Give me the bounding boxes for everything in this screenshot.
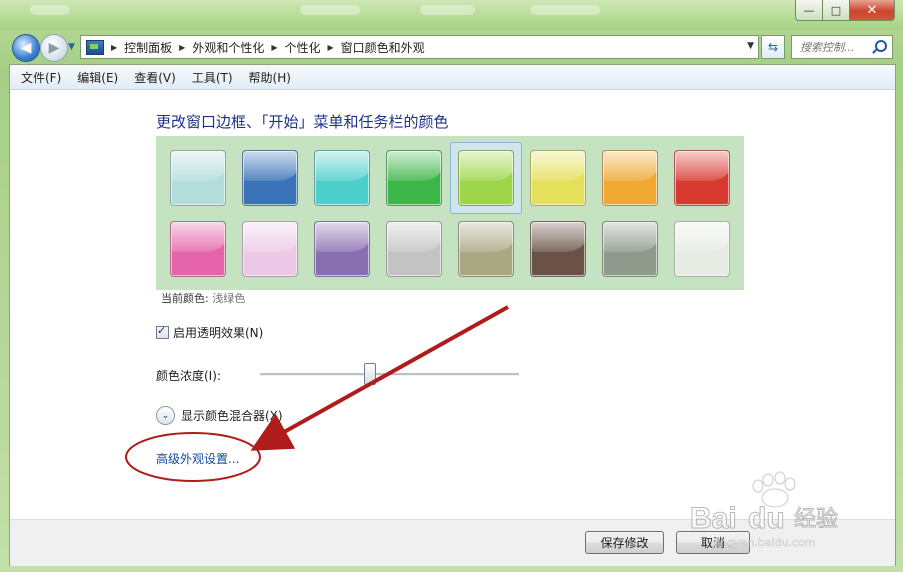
menu-view[interactable]: 查看(V) <box>129 69 181 86</box>
back-arrow-icon: ◀ <box>20 40 32 56</box>
explorer-window: — □ ✕ ◀ ▶ ▼ ▶ 控制面板 ▶ 外观和个性化 ▶ 个性化 ▶ 窗口颜色… <box>0 0 903 572</box>
blurred-backdrop <box>530 5 600 15</box>
menu-bar: 文件(F) 编辑(E) 查看(V) 工具(T) 帮助(H) <box>10 65 895 90</box>
color-mixer-toggle[interactable]: ⌄ 显示颜色混合器(X) <box>156 406 283 425</box>
transparency-toggle[interactable]: 启用透明效果(N) <box>156 324 263 341</box>
caption-buttons: — □ ✕ <box>795 0 895 21</box>
title-bar: — □ ✕ <box>0 0 903 30</box>
current-color-label: 当前颜色: <box>161 292 209 305</box>
color-swatch[interactable] <box>458 221 514 277</box>
blurred-backdrop <box>420 5 475 15</box>
color-swatch[interactable] <box>458 150 514 206</box>
search-box[interactable] <box>791 35 893 59</box>
menu-tools[interactable]: 工具(T) <box>187 69 238 86</box>
minimize-icon: — <box>803 3 815 17</box>
page-title: 更改窗口边框、「开始」菜单和任务栏的颜色 <box>156 113 449 131</box>
main-panel: 更改窗口边框、「开始」菜单和任务栏的颜色 当前颜色: 浅绿色 ✓ 启用透明效果(… <box>10 90 895 519</box>
color-swatch[interactable] <box>674 150 730 206</box>
breadcrumb-separator-icon[interactable]: ▶ <box>111 43 117 52</box>
blurred-backdrop <box>30 5 70 15</box>
color-swatch[interactable] <box>386 221 442 277</box>
color-swatch[interactable] <box>674 221 730 277</box>
color-mixer-label[interactable]: 显示颜色混合器(X) <box>181 407 283 424</box>
refresh-button[interactable]: ⇆ <box>761 35 785 59</box>
search-input[interactable] <box>798 39 876 55</box>
minimize-button[interactable]: — <box>795 0 822 21</box>
blurred-backdrop <box>300 5 360 15</box>
baidu-watermark: Bai du 经验 jingyan.baidu.com <box>690 471 839 549</box>
menu-help[interactable]: 帮助(H) <box>244 69 296 86</box>
color-swatch[interactable] <box>314 221 370 277</box>
color-swatch[interactable] <box>602 221 658 277</box>
maximize-button[interactable]: □ <box>822 0 849 21</box>
refresh-icon: ⇆ <box>767 40 779 54</box>
back-button[interactable]: ◀ <box>12 34 40 62</box>
breadcrumb-separator-icon[interactable]: ▶ <box>328 43 334 52</box>
chevron-down-icon[interactable]: ⌄ <box>156 406 175 425</box>
color-swatch[interactable] <box>602 150 658 206</box>
advanced-appearance-link[interactable]: 高级外观设置... <box>156 450 239 467</box>
address-dropdown-icon[interactable]: ▼ <box>747 41 754 51</box>
menu-file[interactable]: 文件(F) <box>16 69 66 86</box>
color-swatch-grid <box>156 136 744 290</box>
save-button[interactable]: 保存修改 <box>585 531 664 554</box>
navigation-bar: ◀ ▶ ▼ ▶ 控制面板 ▶ 外观和个性化 ▶ 个性化 ▶ 窗口颜色和外观 ▼ … <box>0 30 903 64</box>
intensity-slider[interactable] <box>260 373 519 376</box>
color-swatch[interactable] <box>530 221 586 277</box>
breadcrumb-appearance[interactable]: 外观和个性化 <box>192 39 264 56</box>
address-bar[interactable]: ▶ 控制面板 ▶ 外观和个性化 ▶ 个性化 ▶ 窗口颜色和外观 ▼ <box>80 35 759 59</box>
menu-edit[interactable]: 编辑(E) <box>72 69 123 86</box>
color-swatch[interactable] <box>314 150 370 206</box>
current-color-value: 浅绿色 <box>212 292 246 305</box>
color-swatch[interactable] <box>530 150 586 206</box>
color-swatch[interactable] <box>386 150 442 206</box>
current-color: 当前颜色: 浅绿色 <box>161 290 245 306</box>
recent-pages-dropdown[interactable]: ▼ <box>68 42 78 52</box>
breadcrumb-window-color[interactable]: 窗口颜色和外观 <box>341 39 425 56</box>
color-swatch[interactable] <box>170 150 226 206</box>
transparency-checkbox[interactable] <box>156 324 169 339</box>
breadcrumb-separator-icon[interactable]: ▶ <box>179 43 185 52</box>
intensity-label: 颜色浓度(I): <box>156 369 221 383</box>
control-panel-icon <box>86 39 104 55</box>
breadcrumb-control-panel[interactable]: 控制面板 <box>124 39 172 56</box>
intensity-slider-thumb[interactable] <box>363 363 376 385</box>
color-swatch[interactable] <box>242 221 298 277</box>
close-icon: ✕ <box>866 2 878 18</box>
color-swatch[interactable] <box>170 221 226 277</box>
maximize-icon: □ <box>830 3 842 17</box>
color-swatch[interactable] <box>242 150 298 206</box>
close-button[interactable]: ✕ <box>849 0 895 21</box>
watermark-brand: Bai <box>690 502 737 535</box>
search-icon[interactable] <box>875 40 887 52</box>
watermark-url: jingyan.baidu.com <box>713 536 816 549</box>
transparency-label[interactable]: 启用透明效果(N) <box>173 324 263 341</box>
watermark-suffix: 经验 <box>794 507 838 532</box>
forward-button[interactable]: ▶ <box>40 34 68 62</box>
watermark-brand-tail: du <box>748 502 785 535</box>
forward-arrow-icon: ▶ <box>48 40 60 56</box>
breadcrumb-personalization[interactable]: 个性化 <box>285 39 321 56</box>
breadcrumb-separator-icon[interactable]: ▶ <box>271 43 277 52</box>
